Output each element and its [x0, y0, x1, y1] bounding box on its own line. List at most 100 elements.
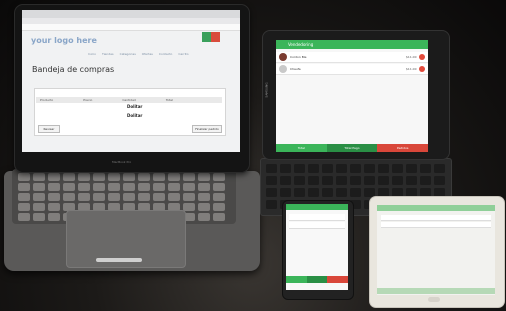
- keycap: [213, 213, 225, 221]
- keycap: [78, 193, 90, 201]
- keycap: [108, 173, 120, 181]
- food-thumbnail: [279, 53, 287, 61]
- keycap: [183, 193, 195, 201]
- ipad-home-button: [428, 297, 440, 302]
- keycap: [33, 183, 45, 191]
- keycap: [420, 176, 431, 185]
- keycap: [18, 173, 30, 181]
- keycap: [123, 183, 135, 191]
- col-header: Cantidad: [122, 98, 136, 102]
- order-name: Cordon Ble: [290, 55, 307, 59]
- keycap: [280, 164, 291, 173]
- keycap: [48, 213, 60, 221]
- keycap: [168, 173, 180, 181]
- keycap: [336, 164, 347, 173]
- ipad-footer: [377, 288, 495, 294]
- keycap: [434, 176, 445, 185]
- phone-footer-segment: [306, 276, 328, 283]
- nav-item: Contacto: [158, 52, 173, 56]
- keycap: [294, 164, 305, 173]
- keycap: [406, 176, 417, 185]
- keycap: [322, 164, 333, 173]
- keycap: [108, 193, 120, 201]
- nav-item: Carrito: [178, 52, 189, 56]
- keycap: [138, 183, 150, 191]
- phone-screen: [286, 204, 348, 290]
- keycap: [48, 183, 60, 191]
- delete-icon: [419, 66, 425, 72]
- browser-menubar: [22, 10, 240, 18]
- keycap: [213, 203, 225, 211]
- laptop-front-notch: [96, 258, 142, 262]
- order-name: Chaufa: [290, 67, 301, 71]
- price-value: Dolitar: [127, 113, 143, 118]
- ipad-list-row: [381, 222, 491, 228]
- footer-total-pay: Total Pago: [326, 144, 378, 152]
- order-row: Cordon Ble $11.00: [276, 52, 428, 63]
- keycap: [63, 193, 75, 201]
- keycap: [364, 176, 375, 185]
- keycap: [280, 188, 291, 197]
- keycap: [350, 188, 361, 197]
- keycap: [153, 173, 165, 181]
- keycap: [138, 173, 150, 181]
- keycap: [33, 203, 45, 211]
- keycap: [108, 183, 120, 191]
- keycap: [63, 183, 75, 191]
- keycap: [78, 173, 90, 181]
- keycap: [266, 200, 277, 209]
- keycap: [138, 193, 150, 201]
- browser-urlbar: [22, 24, 240, 31]
- food-thumbnail: [279, 65, 287, 73]
- keycap: [434, 164, 445, 173]
- keycap: [213, 183, 225, 191]
- language-flags: [202, 32, 220, 42]
- order-row: Chaufa $11.00: [276, 64, 428, 75]
- keycap: [364, 164, 375, 173]
- keycap: [322, 188, 333, 197]
- keycap: [350, 176, 361, 185]
- app-title: Vendedoring: [288, 42, 314, 47]
- phone-footer-segment: [327, 276, 348, 283]
- keycap: [183, 173, 195, 181]
- footer-total: Total: [276, 144, 327, 152]
- col-header: Producto: [40, 98, 54, 102]
- keycap: [308, 188, 319, 197]
- site-logo: your logo here: [31, 36, 97, 45]
- keycap: [198, 193, 210, 201]
- photo-scene: your logo here Inicio Tiendas Categorias…: [0, 0, 506, 311]
- keycap: [183, 203, 195, 211]
- site-nav: Inicio Tiendas Categorias Ofertas Contac…: [88, 50, 238, 58]
- keycap: [123, 193, 135, 201]
- laptop-screen: your logo here Inicio Tiendas Categorias…: [22, 10, 240, 152]
- phone-footer-segment: [286, 276, 307, 283]
- keycap: [33, 213, 45, 221]
- keycap: [63, 173, 75, 181]
- keycap: [406, 164, 417, 173]
- keycap: [168, 183, 180, 191]
- order-price: $11.00: [406, 67, 417, 71]
- keycap: [378, 164, 389, 173]
- keycap: [266, 188, 277, 197]
- cart-table-header: Producto Precio Cantidad Total: [36, 97, 222, 103]
- phone-footer: [286, 276, 348, 283]
- keycap: [123, 173, 135, 181]
- price-value: Dolitar: [127, 104, 143, 109]
- phone-list-row: [289, 222, 345, 229]
- keycap: [18, 193, 30, 201]
- keycap: [153, 183, 165, 191]
- keycap: [336, 188, 347, 197]
- keycap: [168, 193, 180, 201]
- ipad-app-bar: [377, 205, 495, 211]
- keycap: [280, 176, 291, 185]
- laptop-brand-label: MacBook Pro: [112, 160, 132, 164]
- keycap: [18, 213, 30, 221]
- review-button: Revisar: [38, 125, 60, 133]
- keycap: [198, 203, 210, 211]
- keycap: [213, 173, 225, 181]
- keycap: [48, 193, 60, 201]
- delete-icon: [419, 54, 425, 60]
- keycap: [93, 193, 105, 201]
- tablet-footer: Total Total Pago Pedidos: [276, 144, 428, 152]
- keycap: [183, 183, 195, 191]
